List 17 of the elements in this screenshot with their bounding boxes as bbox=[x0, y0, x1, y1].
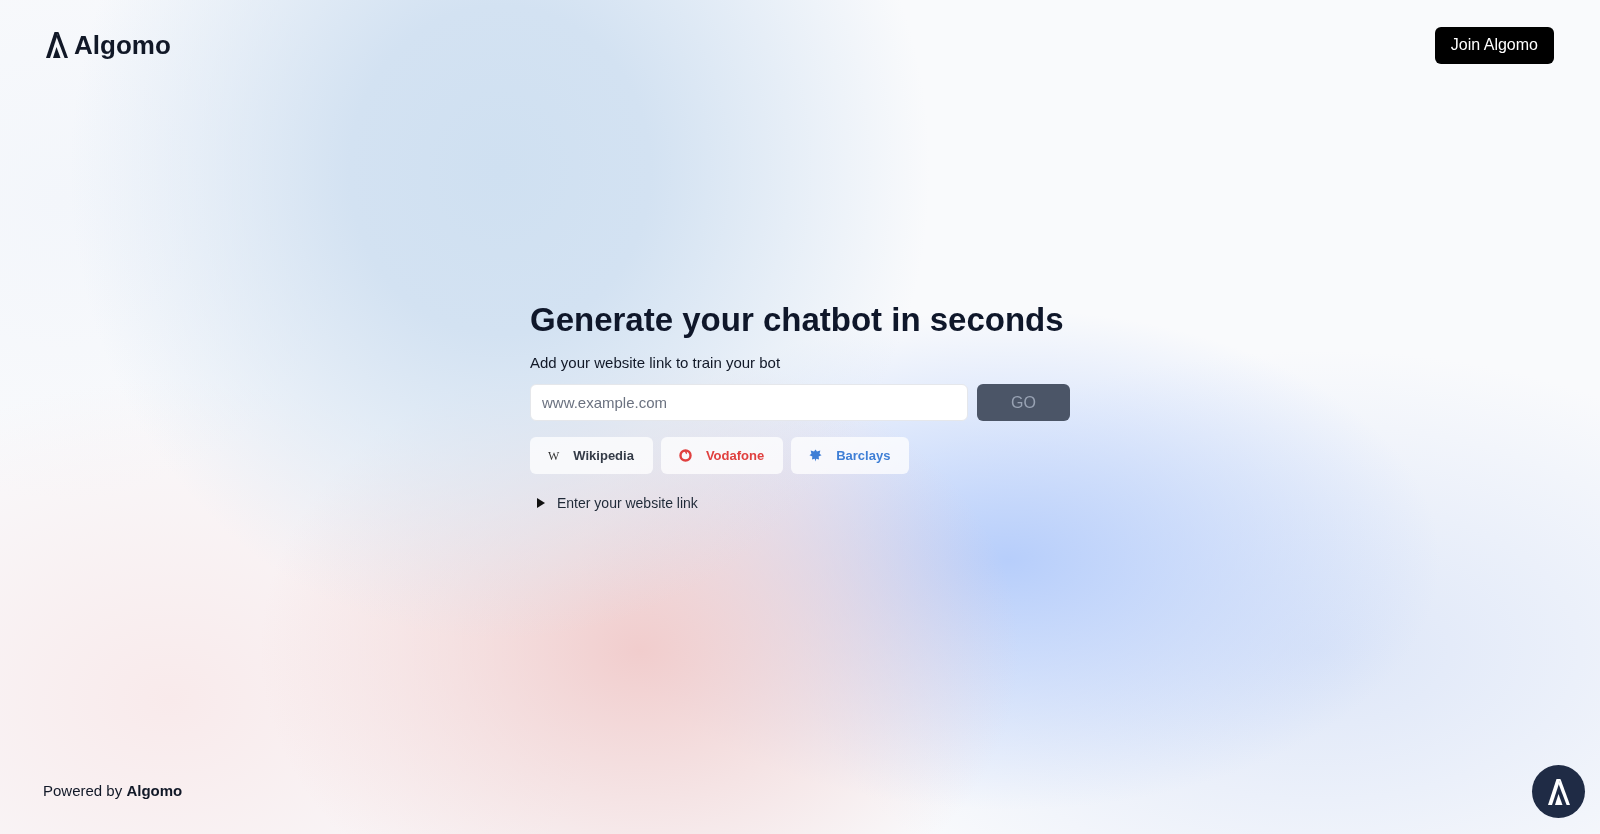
caret-icon bbox=[537, 498, 545, 508]
bird-icon bbox=[809, 449, 823, 462]
example-site-chip[interactable]: Vodafone bbox=[660, 437, 784, 474]
example-site-chip[interactable]: W Wikipedia bbox=[530, 437, 653, 474]
logo-icon bbox=[1547, 778, 1570, 805]
letter-mark: W bbox=[548, 449, 560, 462]
hero-heading: Generate your chatbot in seconds bbox=[530, 300, 1065, 340]
logo-text: Algomo bbox=[74, 32, 171, 58]
website-link-disclosure[interactable]: Enter your website link bbox=[530, 493, 698, 513]
join-button[interactable]: Join Algomo bbox=[1434, 26, 1554, 64]
url-input-field[interactable]: www.example.com bbox=[530, 384, 968, 421]
example-site-chip[interactable]: Barclays bbox=[791, 437, 910, 474]
ring-icon bbox=[678, 449, 692, 462]
powered-by-text: Powered by Algomo bbox=[43, 781, 183, 802]
logo-icon bbox=[46, 32, 68, 58]
hero-subtitle: Add your website link to train your bot bbox=[530, 353, 782, 373]
chat-launcher-button[interactable] bbox=[1532, 765, 1585, 818]
